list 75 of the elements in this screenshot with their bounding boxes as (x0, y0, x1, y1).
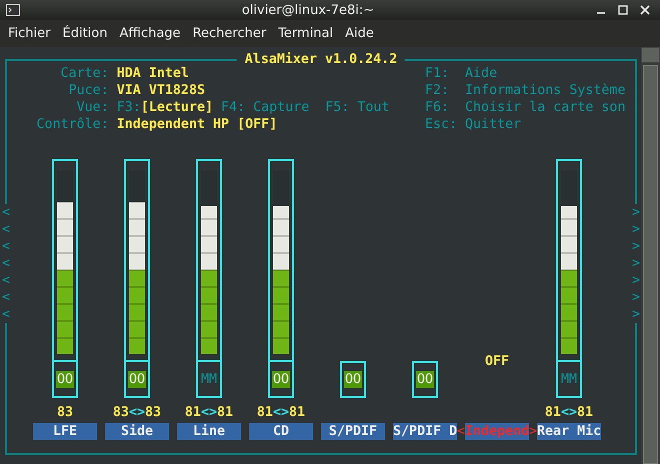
key-label: F5: (325, 99, 350, 116)
view-option[interactable]: Capture (253, 99, 310, 116)
volume-reading: 83 (56, 404, 74, 421)
scroll-arrow: < (2, 204, 10, 221)
volume-meter[interactable]: OO (124, 159, 150, 398)
key-label: F1: (425, 65, 450, 82)
field-label: Carte: (60, 65, 109, 82)
switch-indicator: OO (56, 370, 74, 388)
key-action: Aide (465, 65, 498, 82)
scrollbar[interactable] (641, 47, 660, 464)
key-label: F4: (221, 99, 246, 116)
view-option[interactable]: Tout (357, 99, 390, 116)
field-label: Contrôle: (36, 116, 109, 133)
mute-indicator: MM (560, 370, 578, 388)
scroll-arrow: < (2, 221, 10, 238)
key-label: F6: (425, 99, 450, 116)
close-icon[interactable] (640, 5, 650, 15)
switch-indicator: OO (272, 370, 290, 388)
menu-item[interactable]: Fichier (2, 26, 56, 41)
key-action: Informations Système (465, 82, 626, 99)
scroll-arrow: < (2, 306, 10, 323)
scroll-arrow: > (632, 221, 640, 238)
channel-label[interactable]: S/PDIF D (393, 423, 457, 440)
channel-label[interactable]: Line (177, 423, 241, 440)
key-action: Quitter (465, 116, 522, 133)
window-title: olivier@linux-7e8i:~ (240, 2, 376, 18)
maximize-icon[interactable] (618, 5, 628, 15)
enum-value: OFF (484, 353, 510, 370)
menu-item[interactable]: Édition (56, 26, 114, 41)
scroll-arrow: > (632, 204, 640, 221)
key-label: F2: (425, 82, 450, 99)
terminal-icon (6, 4, 20, 16)
field-label: Vue: (76, 99, 109, 116)
selection-marker: > (529, 423, 537, 440)
channel-label[interactable]: Rear Mic (537, 423, 601, 440)
channel-label[interactable]: S/PDIF (321, 423, 385, 440)
scroll-arrow: > (632, 238, 640, 255)
volume-reading: 83<>83 (112, 404, 162, 421)
menu-item[interactable]: Rechercher (186, 26, 272, 41)
scroll-arrow: < (2, 255, 10, 272)
view-option[interactable]: [Lecture] (140, 99, 214, 116)
menu-item[interactable]: Terminal (272, 26, 340, 41)
field-label: Puce: (68, 82, 109, 99)
scroll-arrow: > (632, 255, 640, 272)
switch-indicator: OO (128, 370, 146, 388)
channel-label[interactable]: LFE (33, 423, 97, 440)
volume-meter[interactable]: OO (52, 159, 78, 398)
scroll-arrow: < (2, 238, 10, 255)
menu-item[interactable]: Aide (339, 26, 380, 41)
key-action: Choisir la carte son (465, 99, 626, 116)
scroll-arrow: > (632, 306, 640, 323)
scroll-arrow: > (632, 272, 640, 289)
mute-indicator: MM (200, 370, 218, 388)
volume-meter[interactable]: OO (268, 159, 294, 398)
volume-meter[interactable]: MM (196, 159, 222, 398)
volume-meter[interactable]: MM (556, 159, 582, 398)
switch-indicator: OO (344, 371, 362, 388)
volume-reading: 81<>81 (184, 404, 234, 421)
volume-reading: 81<>81 (544, 404, 594, 421)
switch-indicator: OO (416, 371, 434, 388)
volume-reading: 81<>81 (256, 404, 306, 421)
menu-item[interactable]: Affichage (113, 26, 187, 41)
switch-box[interactable]: OO (340, 361, 366, 398)
selection-marker: < (457, 423, 465, 440)
channel-label[interactable]: Side (105, 423, 169, 440)
field-value: Independent HP [OFF] (116, 116, 278, 133)
key-label: F3: (116, 99, 141, 116)
key-label: Esc: (425, 116, 458, 133)
switch-box[interactable]: OO (412, 361, 438, 398)
scroll-arrow: > (632, 289, 640, 306)
scroll-arrow: < (2, 272, 10, 289)
channel-label[interactable]: CD (249, 423, 313, 440)
scroll-arrow: < (2, 289, 10, 306)
field-value: VIA VT1828S (116, 82, 206, 99)
field-value: HDA Intel (116, 65, 190, 82)
